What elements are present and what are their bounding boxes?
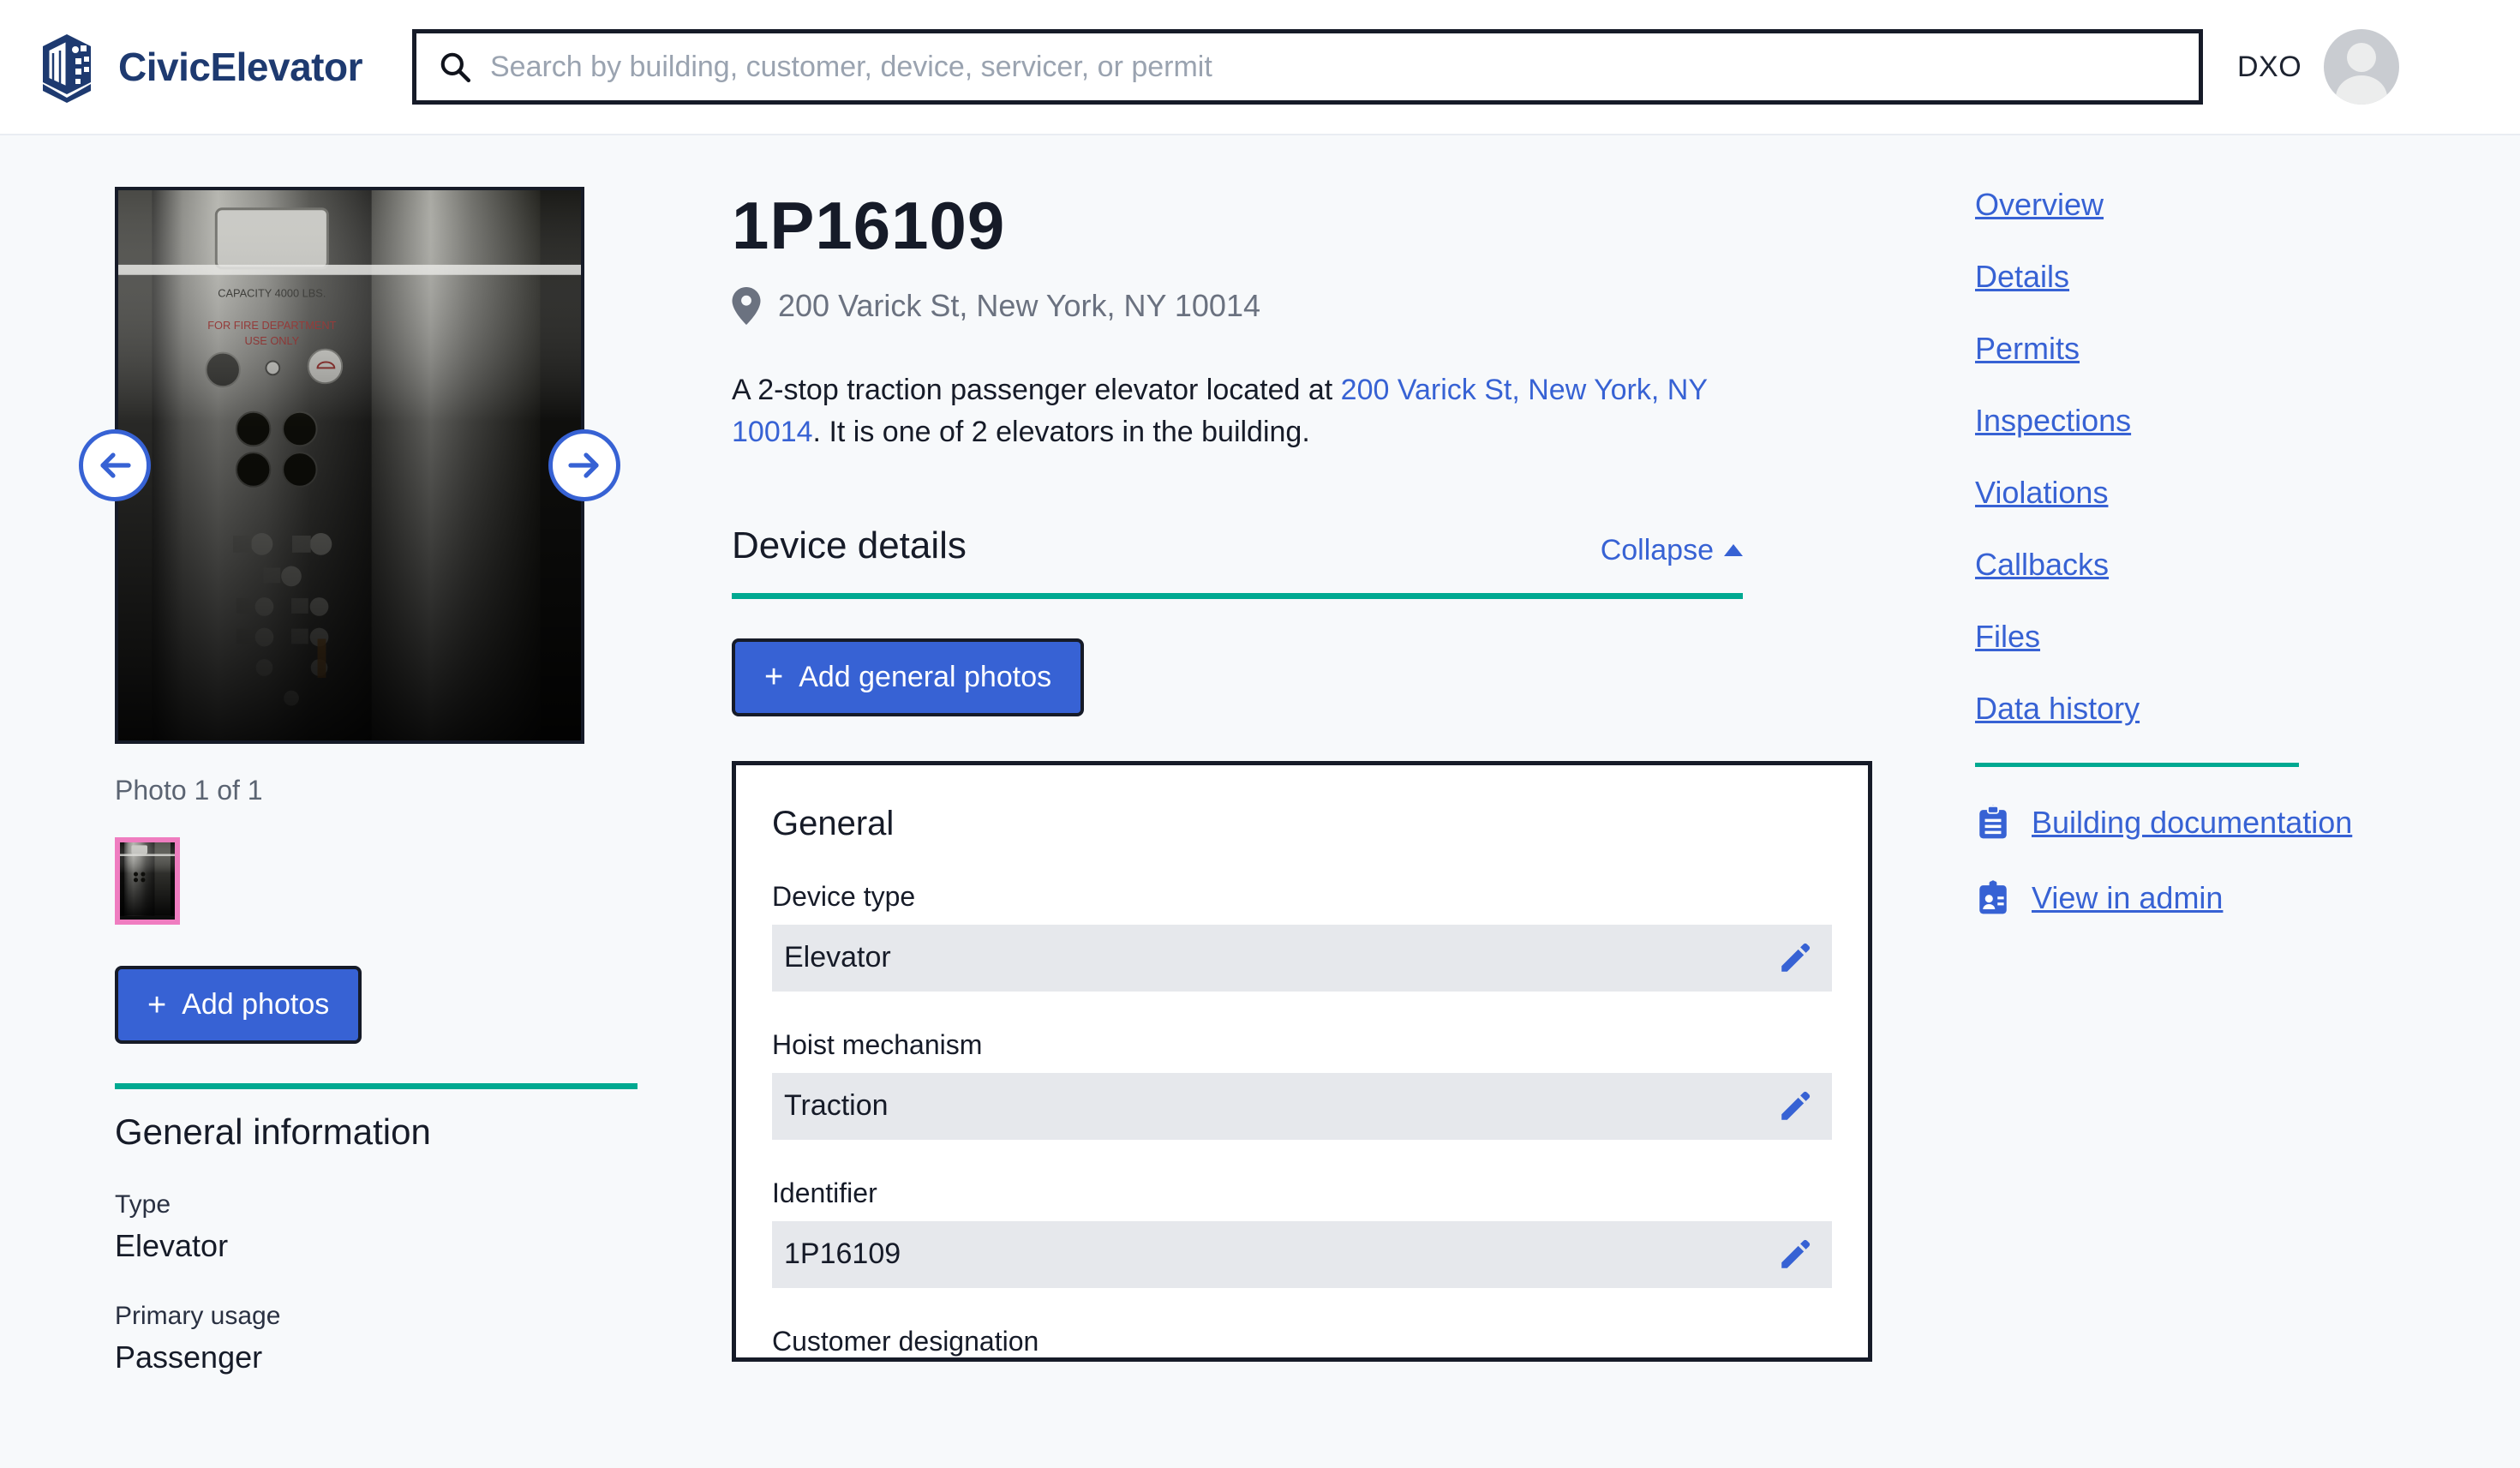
plus-icon: + [764,659,784,696]
user-avatar-icon[interactable] [2324,29,2400,105]
field-value-box[interactable]: Traction [772,1072,1832,1140]
card-title: General [772,804,895,842]
caret-up-icon [1724,544,1743,557]
device-description: A 2-stop traction passenger elevator loc… [732,369,1743,454]
field-device-type: Device type Elevator [772,881,1832,992]
field-identifier: Identifier 1P16109 [772,1177,1832,1288]
sidebar-link-building-documentation[interactable]: Building documentation [1975,805,2352,841]
sidebar-divider [1975,763,2299,767]
device-details-title: Device details [732,524,967,566]
description-before: A 2-stop traction passenger elevator loc… [732,374,1341,406]
field-value: Elevator [115,1228,229,1263]
general-details-card: General Device type Elevator Hoist mecha… [732,760,1872,1362]
app-header: CivicElevator DXO [0,0,2520,135]
brand-name: CivicElevator [118,45,362,89]
description-after: . It is one of 2 elevators in the buildi… [812,416,1310,449]
general-info-field-primary-usage: Primary usage Passenger [115,1302,637,1375]
search-icon [440,52,471,83]
page-title: 1P16109 [732,188,1006,263]
add-general-photos-button[interactable]: + Add general photos [732,638,1085,716]
general-information-heading: General information [115,1111,431,1152]
field-value-box[interactable]: 1P16109 [772,1220,1832,1288]
sidebar-link-view-in-admin[interactable]: View in admin [1975,880,2223,916]
plus-icon: + [147,986,167,1023]
right-sidebar: Overview Details Permits Inspections Vio… [1941,187,2472,956]
sidebar-link-permits[interactable]: Permits [1975,331,2080,367]
field-label: Type [115,1190,171,1219]
clipboard-icon [1979,805,2007,839]
photo-counter: Photo 1 of 1 [115,775,263,806]
main-column: 1P16109 200 Varick St, New York, NY 1001… [637,187,1941,1362]
device-details-header: Device details Collapse [732,524,1743,567]
user-menu[interactable]: DXO [2236,29,2400,105]
sidebar-link-overview[interactable]: Overview [1975,187,2104,223]
arrow-right-icon [568,452,599,478]
sidebar-link-details[interactable]: Details [1975,259,2069,295]
sidebar-link-inspections[interactable]: Inspections [1975,403,2131,439]
photo-thumbnail-image [120,842,175,916]
id-badge-icon [1979,880,2007,914]
arrow-left-icon [100,452,131,478]
field-value: 1P16109 [784,1237,901,1271]
general-info-divider [115,1083,637,1089]
field-value: Passenger [115,1339,263,1375]
sidebar-link-label: View in admin [2032,880,2224,915]
left-column: CAPACITY 4000 LBS. FOR FIRE DEPARTMENT U… [79,187,637,1375]
carousel-prev-button[interactable] [79,429,151,501]
device-details-divider [732,592,1743,599]
photo-carousel: CAPACITY 4000 LBS. FOR FIRE DEPARTMENT U… [79,187,620,744]
search-input[interactable] [489,50,2176,84]
device-address: 200 Varick St, New York, NY 10014 [732,287,1872,325]
add-photos-button[interactable]: + Add photos [115,966,362,1044]
field-label: Hoist mechanism [772,1028,983,1060]
user-initials: DXO [2236,50,2302,83]
field-value: Elevator [784,941,891,974]
add-photos-label: Add photos [182,988,330,1021]
page-body: CAPACITY 4000 LBS. FOR FIRE DEPARTMENT U… [0,135,2520,1375]
pencil-icon[interactable] [1777,940,1813,976]
field-label: Primary usage [115,1302,281,1330]
sidebar-link-callbacks[interactable]: Callbacks [1975,547,2109,583]
collapse-label: Collapse [1600,533,1714,566]
photo-frame: CAPACITY 4000 LBS. FOR FIRE DEPARTMENT U… [115,187,584,744]
field-label: Identifier [772,1177,877,1208]
general-info-field-type: Type Elevator [115,1190,637,1264]
map-pin-icon [732,287,761,325]
field-value: Traction [784,1089,889,1123]
field-value-box[interactable]: Elevator [772,924,1832,992]
sidebar-link-label: Building documentation [2032,805,2353,840]
sidebar-link-files[interactable]: Files [1975,619,2040,655]
field-hoist-mechanism: Hoist mechanism Traction [772,1029,1832,1140]
address-text: 200 Varick St, New York, NY 10014 [778,288,1260,323]
field-label: Device type [772,880,916,912]
photo-thumbnail[interactable] [115,837,180,925]
building-cube-icon [43,34,91,103]
search-bar[interactable] [411,29,2203,105]
field-label-customer-designation: Customer designation [772,1325,1039,1357]
brand-logo-link[interactable]: CivicElevator [34,31,362,103]
add-general-photos-label: Add general photos [799,660,1052,693]
pencil-icon[interactable] [1777,1088,1813,1124]
sidebar-link-data-history[interactable]: Data history [1975,691,2140,727]
carousel-next-button[interactable] [548,429,620,501]
collapse-toggle[interactable]: Collapse [1601,534,1743,567]
pencil-icon[interactable] [1777,1237,1813,1273]
photo-thumbnail-row [115,837,637,925]
sidebar-link-violations[interactable]: Violations [1975,475,2108,511]
elevator-photo: CAPACITY 4000 LBS. FOR FIRE DEPARTMENT U… [118,190,581,740]
